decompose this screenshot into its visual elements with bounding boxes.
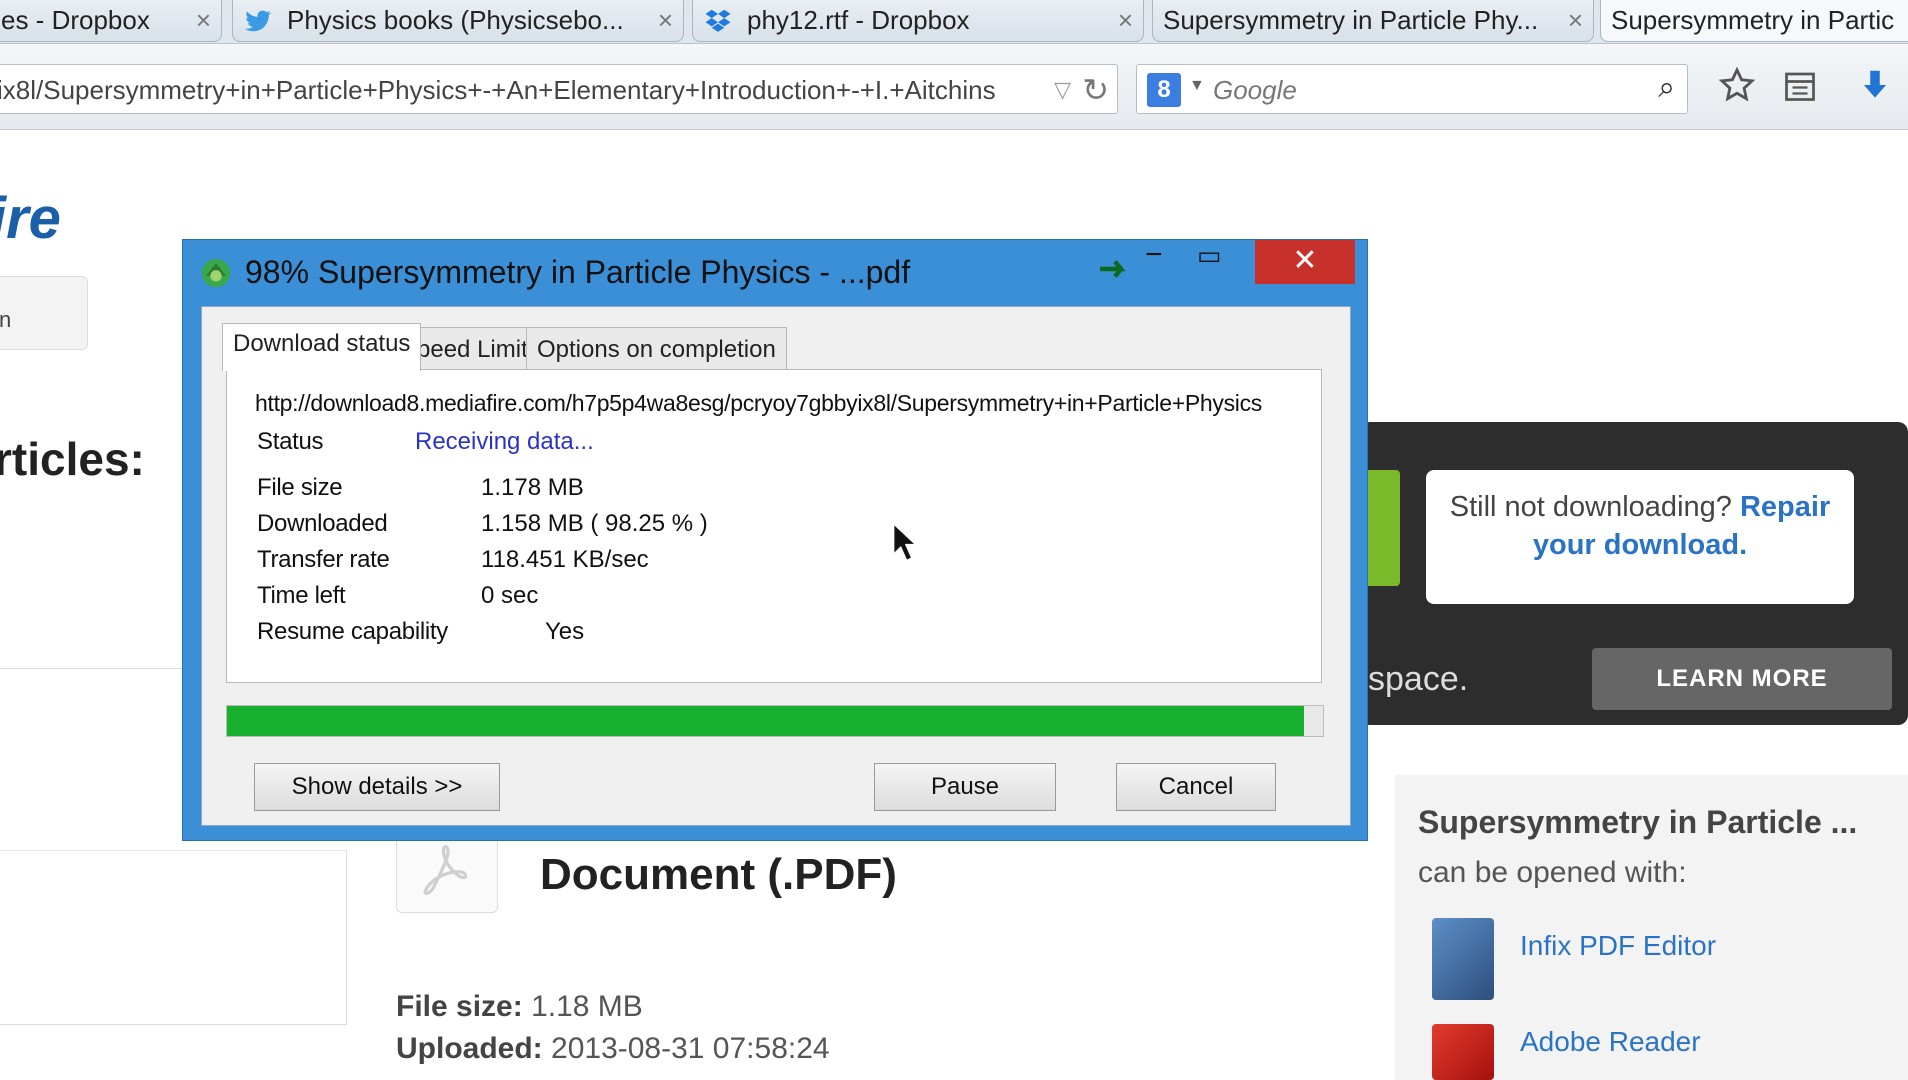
browser-tab[interactable]: Physics books (Physicsebo... ×	[232, 0, 684, 42]
time-left-row-label: Time left	[257, 582, 346, 609]
navigation-bar: ix8l/Supersymmetry+in+Particle+Physics+-…	[0, 44, 1908, 130]
tab-title: es - Dropbox	[1, 5, 150, 35]
show-details-button[interactable]: Show details >>	[254, 763, 500, 811]
download-button-green[interactable]	[1364, 470, 1400, 586]
tab-title: Supersymmetry in Particle Phy...	[1163, 5, 1539, 35]
bookmarks-menu-icon[interactable]	[1782, 68, 1818, 104]
search-icon[interactable]: ⌕	[1658, 71, 1675, 105]
browser-tab-active[interactable]: Supersymmetry in Partic	[1600, 0, 1908, 42]
mediafire-logo[interactable]: ire	[0, 185, 61, 252]
bookmark-star-icon[interactable]	[1718, 66, 1756, 104]
resume-capability-row-value: Yes	[545, 618, 585, 645]
address-text[interactable]: ix8l/Supersymmetry+in+Particle+Physics+-…	[0, 75, 1029, 106]
browser-tab[interactable]: phy12.rtf - Dropbox ×	[692, 0, 1144, 42]
tab-close-icon[interactable]: ×	[1118, 5, 1133, 36]
app-link-infix[interactable]: Infix PDF Editor	[1520, 930, 1716, 962]
open-with-subtitle: can be opened with:	[1418, 856, 1687, 889]
side-button[interactable]: n	[0, 276, 88, 350]
file-size-row-label: File size	[257, 474, 343, 501]
search-input[interactable]: Google	[1213, 75, 1297, 106]
file-size-row-value: 1.178 MB	[481, 474, 584, 501]
browser-tab[interactable]: Supersymmetry in Particle Phy... ×	[1152, 0, 1594, 42]
downloaded-row-value: 1.158 MB ( 98.25 % )	[481, 510, 708, 537]
google-icon[interactable]: 8	[1147, 73, 1181, 107]
tab-options-on-completion[interactable]: Options on completion	[526, 327, 787, 369]
screen: es - Dropbox × Physics books (Physicsebo…	[0, 0, 1908, 1080]
url-history-dropdown-icon[interactable]: ▽	[1054, 77, 1071, 103]
download-dialog: 98% Supersymmetry in Particle Physics - …	[182, 238, 1368, 841]
progress-fill	[227, 706, 1304, 736]
downloads-arrow-icon[interactable]	[1856, 66, 1894, 104]
mouse-cursor-icon	[892, 520, 920, 563]
twitter-icon	[245, 10, 272, 31]
transfer-rate-row-label: Transfer rate	[257, 546, 390, 573]
divider	[0, 668, 183, 669]
transfer-rate-row-value: 118.451 KB/sec	[481, 546, 649, 573]
articles-heading: rticles:	[0, 433, 145, 485]
tab-close-icon[interactable]: ×	[658, 5, 673, 36]
file-size-label: File size:	[396, 990, 523, 1023]
file-size-value: 1.18 MB	[531, 990, 643, 1023]
app-link-adobe[interactable]: Adobe Reader	[1520, 1026, 1701, 1058]
file-size-line: File size: 1.18 MB	[396, 990, 643, 1024]
browser-tab-strip: es - Dropbox × Physics books (Physicsebo…	[0, 0, 1908, 44]
minimize-icon[interactable]: −	[1145, 238, 1163, 272]
browser-tab[interactable]: es - Dropbox ×	[0, 0, 222, 42]
search-bar[interactable]: 8 ▼ Google ⌕	[1136, 64, 1688, 114]
dialog-body: Download status Speed Limiter Options on…	[201, 306, 1351, 826]
adobe-reader-icon[interactable]	[1432, 1024, 1494, 1080]
tab-download-status[interactable]: Download status	[222, 323, 422, 371]
repair-download-note: Still not downloading? Repair your downl…	[1426, 470, 1854, 604]
document-type-heading: Document (.PDF)	[540, 850, 897, 899]
tab-title: Supersymmetry in Partic	[1611, 5, 1895, 35]
close-icon[interactable]: ✕	[1255, 240, 1355, 284]
reload-icon[interactable]: ↻	[1082, 71, 1109, 109]
download-progress-bar	[226, 705, 1324, 737]
status-value: Receiving data...	[415, 428, 594, 455]
tab-title: Physics books (Physicsebo...	[287, 5, 624, 35]
search-engine-dropdown-icon[interactable]: ▼	[1189, 77, 1205, 95]
pause-button[interactable]: Pause	[874, 763, 1056, 811]
downloaded-row-label: Downloaded	[257, 510, 388, 537]
maximize-icon[interactable]: ▭	[1197, 240, 1222, 271]
cancel-button[interactable]: Cancel	[1116, 763, 1276, 811]
minimize-to-tray-icon[interactable]	[1097, 254, 1133, 284]
tab-close-icon[interactable]: ×	[1568, 5, 1583, 36]
infix-pdf-editor-icon[interactable]	[1432, 918, 1494, 1000]
learn-more-button[interactable]: LEARN MORE	[1592, 648, 1892, 710]
download-url: http://download8.mediafire.com/h7p5p4wa8…	[255, 390, 1263, 416]
address-bar[interactable]: ix8l/Supersymmetry+in+Particle+Physics+-…	[0, 64, 1118, 114]
time-left-row-value: 0 sec	[481, 582, 539, 609]
repair-note-text: Still not downloading?	[1449, 491, 1732, 523]
left-content-box	[0, 850, 347, 1025]
banner-tagline: space.	[1368, 660, 1469, 698]
uploaded-line: Uploaded: 2013-08-31 07:58:24	[396, 1032, 830, 1066]
dropbox-icon	[705, 9, 731, 32]
tab-close-icon[interactable]: ×	[196, 5, 211, 36]
dialog-title: 98% Supersymmetry in Particle Physics - …	[245, 254, 911, 290]
download-status-panel: http://download8.mediafire.com/h7p5p4wa8…	[226, 369, 1322, 683]
download-manager-icon	[201, 258, 231, 288]
tab-title: phy12.rtf - Dropbox	[747, 5, 970, 35]
uploaded-label: Uploaded:	[396, 1032, 543, 1065]
status-label: Status	[257, 428, 324, 455]
open-with-title: Supersymmetry in Particle ...	[1418, 804, 1858, 840]
resume-capability-row-label: Resume capability	[257, 618, 448, 645]
uploaded-value: 2013-08-31 07:58:24	[551, 1032, 830, 1065]
